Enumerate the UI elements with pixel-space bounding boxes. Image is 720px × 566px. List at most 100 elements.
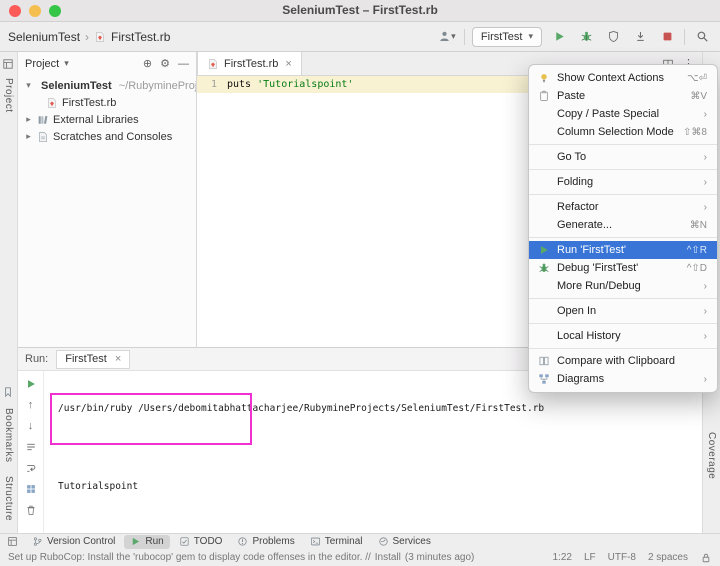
settings-gear-icon[interactable]: ⚙ (160, 57, 170, 70)
stripe-coverage-button[interactable]: Coverage (706, 432, 717, 479)
stripe-bookmarks-button[interactable]: Bookmarks (3, 408, 14, 463)
window-controls (9, 4, 61, 17)
toolbar-problems[interactable]: Problems (231, 535, 300, 549)
tree-item-scratches[interactable]: ▸ Scratches and Consoles (18, 128, 196, 145)
lock-icon[interactable] (700, 552, 712, 564)
tab-firsttest[interactable]: FirstTest.rb × (197, 52, 302, 75)
run-button[interactable] (549, 27, 569, 47)
status-bar: Set up RuboCop: Install the 'rubocop' ge… (0, 549, 720, 566)
indent-widget[interactable]: 2 spaces (648, 552, 688, 563)
breadcrumb-file[interactable]: FirstTest.rb (111, 30, 170, 44)
trash-icon (25, 504, 37, 516)
toolbar-version-control[interactable]: Version Control (26, 535, 121, 549)
install-link[interactable]: Install (375, 552, 401, 563)
toolbar-todo[interactable]: TODO (173, 535, 229, 549)
toolbar-terminal[interactable]: Terminal (304, 535, 369, 549)
zoom-window-button[interactable] (49, 4, 61, 17)
toolbar-services[interactable]: Services (372, 535, 437, 549)
toolbar-run[interactable]: Run (124, 534, 170, 549)
rerun-button[interactable] (23, 377, 39, 391)
menu-item-run-firsttest[interactable]: Run 'FirstTest' ^⇧R (529, 241, 717, 259)
search-everywhere-button[interactable] (692, 27, 712, 47)
tree-item-project-root[interactable]: ▾ SeleniumTest ~/RubymineProj (18, 77, 196, 94)
project-tool-window: Project ▾ ⊕ ⚙ — ▾ SeleniumTest ~/Rubymin… (18, 52, 197, 347)
tool-window-switcher-icon[interactable] (4, 536, 20, 547)
menu-item-go-to[interactable]: Go To › (529, 148, 717, 166)
menu-item-compare-with-clipboard[interactable]: Compare with Clipboard (529, 352, 717, 370)
soft-wrap-button[interactable] (23, 461, 39, 475)
coverage-button[interactable] (603, 27, 623, 47)
run-tab-firsttest[interactable]: FirstTest × (56, 349, 131, 369)
diagrams-icon (536, 372, 551, 386)
close-tab-icon[interactable]: × (115, 353, 121, 365)
services-icon (378, 536, 389, 547)
breadcrumb-separator-icon: › (85, 29, 90, 44)
menu-item-column-selection-mode[interactable]: Column Selection Mode ⇧⌘8 (529, 123, 717, 141)
ruby-file-icon (94, 31, 106, 43)
menu-separator (529, 237, 717, 238)
locate-file-button[interactable]: ⊕ (143, 57, 152, 70)
breadcrumb-project[interactable]: SeleniumTest (8, 30, 80, 44)
title-bar: SeleniumTest – FirstTest.rb (0, 0, 720, 22)
close-window-button[interactable] (9, 4, 21, 17)
code-with-me-button[interactable]: ▾ (437, 27, 457, 47)
line-separator-widget[interactable]: LF (584, 552, 596, 563)
up-stack-trace-button[interactable]: ↑ (23, 398, 39, 412)
line-number: 1 (210, 79, 217, 90)
hide-panel-button[interactable]: — (178, 58, 189, 70)
expand-icon[interactable]: ▸ (24, 131, 33, 142)
tool-windows-icon[interactable] (2, 58, 14, 70)
update-icon (634, 30, 647, 43)
menu-item-folding[interactable]: Folding › (529, 173, 717, 191)
submenu-arrow-icon: › (703, 330, 707, 342)
stripe-project-button[interactable]: Project (3, 78, 14, 113)
debug-button[interactable] (576, 27, 596, 47)
clear-console-button[interactable] (23, 503, 39, 517)
run-icon (553, 30, 566, 43)
run-toolbar: ↑ ↓ (18, 371, 44, 533)
collapse-icon[interactable]: ▾ (24, 80, 33, 91)
expand-icon[interactable]: ▸ (24, 114, 33, 125)
tree-item-external-libraries[interactable]: ▸ External Libraries (18, 111, 196, 128)
project-panel-title[interactable]: Project (25, 58, 59, 70)
chevron-down-icon: ▾ (64, 58, 69, 68)
caret-position-widget[interactable]: 1:22 (552, 552, 571, 563)
menu-item-show-context-actions[interactable]: Show Context Actions ⌥⏎ (529, 69, 717, 87)
menu-item-more-run-debug[interactable]: More Run/Debug › (529, 277, 717, 295)
tree-item-firsttest[interactable]: FirstTest.rb (18, 94, 196, 111)
settings-lines-icon (25, 441, 37, 453)
code-text: puts 'Tutorialspoint' (227, 79, 354, 90)
tool-window-bar: Version Control Run TODO Problems Termin… (0, 533, 720, 549)
menu-item-debug-firsttest[interactable]: Debug 'FirstTest' ^⇧D (529, 259, 717, 277)
problems-icon (237, 536, 248, 547)
encoding-widget[interactable]: UTF-8 (608, 552, 636, 563)
run-configuration-select[interactable]: FirstTest ▾ (471, 26, 542, 47)
submenu-arrow-icon: › (703, 280, 707, 292)
menu-item-diagrams[interactable]: Diagrams › (529, 370, 717, 388)
submenu-arrow-icon: › (703, 373, 707, 385)
close-tab-icon[interactable]: × (285, 58, 291, 70)
version-control-icon (32, 536, 43, 547)
menu-item-refactor[interactable]: Refactor › (529, 198, 717, 216)
update-app-button[interactable] (630, 27, 650, 47)
menu-item-open-in[interactable]: Open In › (529, 302, 717, 320)
restore-layout-button[interactable] (23, 482, 39, 496)
stripe-structure-button[interactable]: Structure (3, 476, 14, 521)
tab-label: FirstTest.rb (224, 57, 279, 70)
menu-separator (529, 348, 717, 349)
console-settings-button[interactable] (23, 440, 39, 454)
menu-shortcut: ^⇧D (686, 262, 707, 274)
bookmark-icon[interactable] (2, 386, 14, 398)
terminal-icon (310, 536, 321, 547)
down-stack-trace-button[interactable]: ↓ (23, 419, 39, 433)
stop-button[interactable] (657, 27, 677, 47)
breadcrumb: SeleniumTest › FirstTest.rb (8, 30, 170, 44)
run-console[interactable]: /usr/bin/ruby /Users/debomitabhattacharj… (44, 371, 702, 533)
minimize-window-button[interactable] (29, 4, 41, 17)
menu-item-generate[interactable]: Generate... ⌘N (529, 216, 717, 234)
menu-item-paste[interactable]: Paste ⌘V (529, 87, 717, 105)
menu-shortcut: ⌥⏎ (687, 72, 707, 84)
menu-item-local-history[interactable]: Local History › (529, 327, 717, 345)
menu-item-copy-paste-special[interactable]: Copy / Paste Special › (529, 105, 717, 123)
submenu-arrow-icon: › (703, 108, 707, 120)
